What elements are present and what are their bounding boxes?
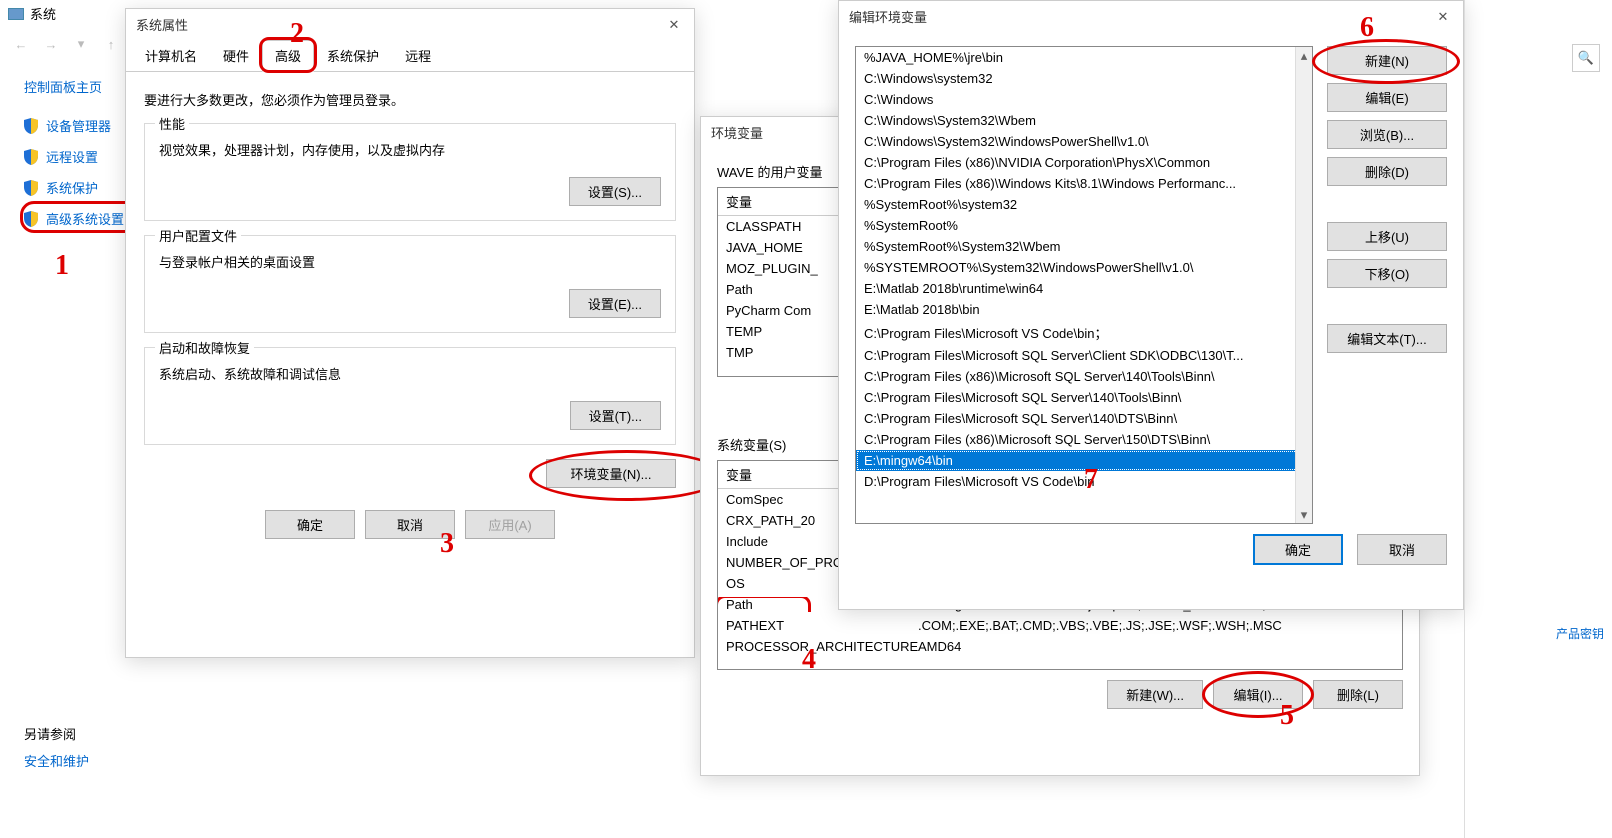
list-item[interactable]: D:\Program Files\Microsoft VS Code\bin [856,471,1312,492]
group-2: 启动和故障恢复系统启动、系统故障和调试信息设置(T)... [144,347,676,445]
admin-hint: 要进行大多数更改，您必须作为管理员登录。 [144,90,676,109]
search-icon[interactable]: 🔍 [1572,44,1600,72]
list-item[interactable]: C:\Program Files\Microsoft VS Code\bin； [856,320,1312,345]
group-0: 性能视觉效果，处理器计划，内存使用，以及虚拟内存设置(S)... [144,123,676,221]
list-item[interactable]: C:\Program Files (x86)\Windows Kits\8.1\… [856,173,1312,194]
list-item[interactable]: C:\Windows\System32\Wbem [856,110,1312,131]
table-row[interactable]: PROCESSOR_ARCHITECTUREAMD64 [718,636,1402,657]
list-item[interactable]: C:\Program Files\Microsoft SQL Server\14… [856,408,1312,429]
tab-0[interactable]: 计算机名 [132,40,210,71]
new-entry-button[interactable]: 新建(N) [1327,46,1447,75]
ok-button[interactable]: 确定 [1253,534,1343,565]
list-item[interactable]: C:\Windows [856,89,1312,110]
list-item[interactable]: C:\Windows\system32 [856,68,1312,89]
close-icon[interactable]: ✕ [1433,9,1453,25]
recent-icon[interactable]: ▾ [72,35,90,53]
dialog-title: 编辑环境变量 [849,7,927,26]
edit-env-var-dialog: 编辑环境变量 ✕ %JAVA_HOME%\jre\binC:\Windows\s… [838,0,1464,610]
back-icon[interactable]: ← [12,35,30,53]
ok-button[interactable]: 确定 [265,510,355,539]
cancel-button[interactable]: 取消 [365,510,455,539]
list-item[interactable]: %SystemRoot% [856,215,1312,236]
tab-4[interactable]: 远程 [392,40,444,71]
environment-variables-button[interactable]: 环境变量(N)... [546,459,676,488]
list-item[interactable]: E:\mingw64\bin [856,450,1312,471]
settings-button-0[interactable]: 设置(S)... [569,177,661,206]
list-item[interactable]: %SystemRoot%\system32 [856,194,1312,215]
forward-icon[interactable]: → [42,35,60,53]
list-item[interactable]: C:\Program Files\Microsoft SQL Server\14… [856,387,1312,408]
list-item[interactable]: %SystemRoot%\System32\Wbem [856,236,1312,257]
dialog-title: 环境变量 [711,123,763,142]
list-item[interactable]: C:\Program Files (x86)\Microsoft SQL Ser… [856,429,1312,450]
product-key-link[interactable]: 产品密钥 [1556,625,1604,642]
browse-button[interactable]: 浏览(B)... [1327,120,1447,149]
apply-button[interactable]: 应用(A) [465,510,555,539]
dialog-title: 系统属性 [136,15,188,34]
settings-button-1[interactable]: 设置(E)... [569,289,661,318]
path-entries-list[interactable]: %JAVA_HOME%\jre\binC:\Windows\system32C:… [855,46,1313,524]
up-icon[interactable]: ↑ [102,35,120,53]
list-item[interactable]: E:\Matlab 2018b\runtime\win64 [856,278,1312,299]
tab-3[interactable]: 系统保护 [314,40,392,71]
window-title: 系统 [30,4,56,23]
move-up-button[interactable]: 上移(U) [1327,222,1447,251]
settings-button-2[interactable]: 设置(T)... [570,401,661,430]
system-properties-dialog: 系统属性 ✕ 计算机名硬件高级系统保护远程 要进行大多数更改，您必须作为管理员登… [125,8,695,658]
table-row[interactable]: PATHEXT.COM;.EXE;.BAT;.CMD;.VBS;.VBE;.JS… [718,615,1402,636]
edit-entry-button[interactable]: 编辑(E) [1327,83,1447,112]
tab-2[interactable]: 高级 [262,40,314,72]
security-maintenance-link[interactable]: 安全和维护 [24,751,89,770]
cancel-button[interactable]: 取消 [1357,534,1447,565]
list-item[interactable]: C:\Windows\System32\WindowsPowerShell\v1… [856,131,1312,152]
group-1: 用户配置文件与登录帐户相关的桌面设置设置(E)... [144,235,676,333]
list-item[interactable]: %SYSTEMROOT%\System32\WindowsPowerShell\… [856,257,1312,278]
edit-sysvar-button[interactable]: 编辑(I)... [1213,680,1303,709]
close-icon[interactable]: ✕ [664,17,684,33]
scroll-up-icon[interactable]: ▴ [1296,47,1312,64]
tab-strip: 计算机名硬件高级系统保护远程 [126,40,694,72]
list-item[interactable]: E:\Matlab 2018b\bin [856,299,1312,320]
edit-text-button[interactable]: 编辑文本(T)... [1327,324,1447,353]
list-item[interactable]: C:\Program Files\Microsoft SQL Server\Cl… [856,345,1312,366]
list-item[interactable]: C:\Program Files (x86)\Microsoft SQL Ser… [856,366,1312,387]
right-sliver: 🔍 产品密钥 [1464,0,1612,838]
see-also-label: 另请参阅 [24,724,89,743]
scroll-down-icon[interactable]: ▾ [1296,506,1312,523]
new-sysvar-button[interactable]: 新建(W)... [1107,680,1203,709]
delete-entry-button[interactable]: 删除(D) [1327,157,1447,186]
scrollbar[interactable]: ▴ ▾ [1295,47,1312,523]
tab-1[interactable]: 硬件 [210,40,262,71]
list-item[interactable]: C:\Program Files (x86)\NVIDIA Corporatio… [856,152,1312,173]
move-down-button[interactable]: 下移(O) [1327,259,1447,288]
monitor-icon [8,8,24,20]
list-item[interactable]: %JAVA_HOME%\jre\bin [856,47,1312,68]
delete-sysvar-button[interactable]: 删除(L) [1313,680,1403,709]
